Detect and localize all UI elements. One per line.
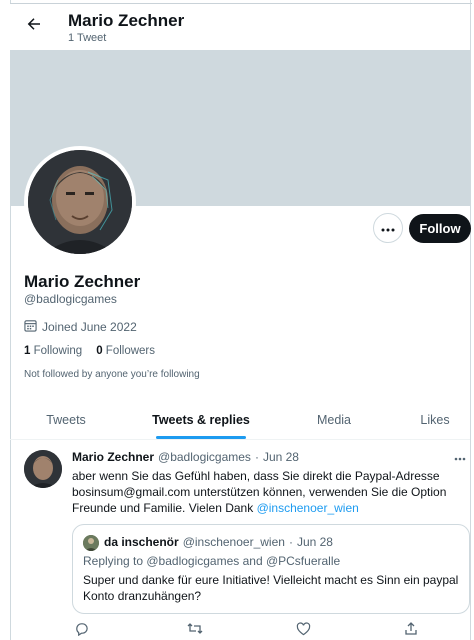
profile-tabs: Tweets Tweets & replies Media Likes [10, 400, 470, 440]
more-horizontal-icon [454, 450, 466, 464]
heart-icon [296, 621, 311, 640]
profile-header: Mario Zechner 1 Tweet [10, 4, 470, 50]
followers-count: 0 [96, 345, 103, 357]
tweet[interactable]: Mario Zechner @badlogicgames · Jun 28 ab… [10, 440, 470, 640]
retweet-icon [187, 621, 203, 640]
quote-text-line: Super und danke für eure Initiative! Vie… [83, 573, 459, 587]
quoted-tweet[interactable]: da inschenör @inschenoer_wien · Jun 28 R… [72, 524, 470, 614]
retweet-button[interactable] [186, 622, 204, 640]
quote-author-handle[interactable]: @inschenoer_wien [183, 535, 285, 549]
quote-author-name[interactable]: da inschenör [104, 535, 179, 549]
quote-separator: · [288, 535, 293, 549]
mention-link[interactable]: @inschenoer_wien [257, 501, 359, 515]
share-icon [404, 621, 418, 640]
calendar-icon [24, 319, 37, 335]
active-tab-indicator [156, 436, 246, 439]
profile-avatar[interactable] [24, 146, 136, 258]
more-options-button[interactable] [373, 213, 403, 243]
tab-media[interactable]: Media [278, 400, 390, 440]
quote-replying-to: Replying to @badlogicgames and @PCsfuera… [83, 554, 341, 568]
profile-handle: @badlogicgames [24, 292, 117, 306]
following-link[interactable]: 1 Following [24, 345, 82, 357]
follow-button[interactable]: Follow [409, 214, 471, 243]
tweet-avatar[interactable] [24, 450, 62, 488]
quote-avatar[interactable] [83, 535, 99, 551]
tweet-text-line: Freunde und Familie. Vielen Dank [72, 501, 254, 515]
tab-tweets-and-replies[interactable]: Tweets & replies [146, 400, 256, 440]
profile-name: Mario Zechner [24, 272, 141, 291]
quote-text-line: Konto dranzuhängen? [83, 589, 202, 603]
reply-button[interactable] [72, 622, 90, 640]
reply-icon [74, 621, 89, 640]
tweet-separator: · [254, 450, 259, 464]
tweet-more-button[interactable] [454, 450, 466, 464]
header-tweet-count: 1 Tweet [68, 32, 107, 44]
tab-likes[interactable]: Likes [390, 400, 474, 440]
not-followed-note: Not followed by anyone you’re following [24, 369, 200, 380]
following-label: Following [33, 345, 83, 357]
follow-stats: 1 Following 0 Followers [24, 345, 155, 357]
tweet-text-line-last: Freunde und Familie. Vielen Dank @insche… [72, 500, 462, 516]
tab-tweets[interactable]: Tweets [10, 400, 122, 440]
tweet-text-line: aber wenn Sie das Gefühl haben, dass Sie… [72, 469, 440, 483]
followers-link[interactable]: 0 Followers [96, 345, 155, 357]
header-title: Mario Zechner [68, 11, 185, 30]
quote-text: Super und danke für eure Initiative! Vie… [83, 572, 463, 604]
quote-date[interactable]: Jun 28 [297, 535, 333, 549]
tweet-date[interactable]: Jun 28 [263, 450, 299, 464]
tweet-header: Mario Zechner @badlogicgames · Jun 28 [72, 450, 299, 464]
followers-label: Followers [105, 345, 156, 357]
tweet-author-handle[interactable]: @badlogicgames [158, 450, 251, 464]
arrow-left-icon [25, 15, 43, 38]
frame-right-border [470, 0, 471, 640]
like-button[interactable] [294, 621, 312, 640]
tweet-text-line: bosinsum@gmail.com unterstützen können, … [72, 485, 447, 499]
quote-header: da inschenör @inschenoer_wien · Jun 28 [104, 535, 333, 549]
tweet-author-name[interactable]: Mario Zechner [72, 450, 154, 464]
share-button[interactable] [402, 622, 420, 640]
tweet-text: aber wenn Sie das Gefühl haben, dass Sie… [72, 468, 462, 516]
back-button[interactable] [22, 14, 46, 38]
following-count: 1 [24, 345, 31, 357]
joined-text: Joined June 2022 [42, 320, 137, 334]
more-horizontal-icon [381, 219, 395, 237]
tweet-actions [72, 621, 420, 640]
joined-date: Joined June 2022 [24, 319, 137, 335]
